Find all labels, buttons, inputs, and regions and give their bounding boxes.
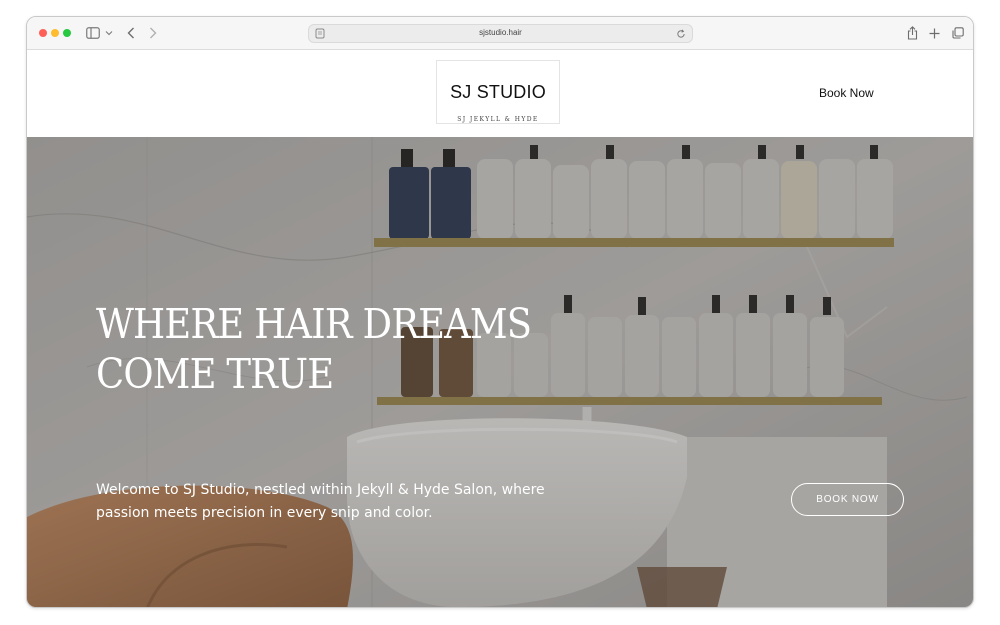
hero-title: WHERE HAIR DREAMS COME TRUE (96, 299, 564, 399)
minimize-window-button[interactable] (51, 29, 59, 37)
logo-title: SJ STUDIO (450, 82, 546, 102)
hero-description: Welcome to SJ Studio, nestled within Jek… (96, 482, 545, 521)
share-icon[interactable] (906, 25, 918, 41)
reload-icon[interactable] (675, 27, 687, 40)
back-icon[interactable] (125, 25, 137, 41)
site-logo[interactable]: SJ STUDIO SJ JEKYLL & HYDE (436, 60, 560, 124)
browser-window: sjstudio.hair SJ STUDIO SJ JEKYLL & HYDE… (26, 16, 974, 608)
browser-toolbar: sjstudio.hair (27, 17, 973, 50)
forward-icon[interactable] (147, 25, 159, 41)
site-header: SJ STUDIO SJ JEKYLL & HYDE Book Now (27, 50, 973, 137)
close-window-button[interactable] (39, 29, 47, 37)
tab-overview-icon[interactable] (951, 25, 964, 41)
hero-book-now-button[interactable]: BOOK NOW (791, 483, 904, 516)
url-text[interactable]: sjstudio.hair (309, 28, 692, 37)
nav-book-now-link[interactable]: Book Now (819, 86, 874, 100)
logo-subtitle: SJ JEKYLL & HYDE (457, 116, 539, 123)
chevron-down-icon[interactable] (104, 25, 114, 41)
hero-title-line-2: COME TRUE (96, 350, 334, 398)
hero-section: WHERE HAIR DREAMS COME TRUE Welcome to S… (27, 137, 973, 607)
address-bar[interactable]: sjstudio.hair (308, 24, 693, 43)
sidebar-icon[interactable] (86, 25, 100, 41)
hero-title-line-1: WHERE HAIR DREAMS (96, 300, 532, 348)
zoom-window-button[interactable] (63, 29, 71, 37)
new-tab-icon[interactable] (928, 25, 940, 41)
